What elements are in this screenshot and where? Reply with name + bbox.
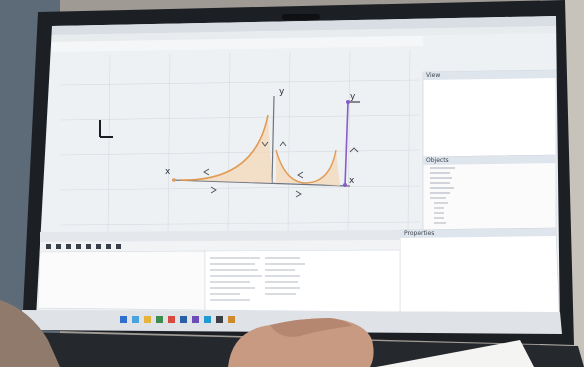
right-mid-panel bbox=[422, 154, 557, 231]
plot-label-y-left: y bbox=[279, 87, 285, 97]
bottom-mid-panel bbox=[204, 249, 401, 313]
plot-label-x-end: x bbox=[165, 167, 171, 177]
webcam-notch bbox=[282, 14, 320, 20]
right-mid-title: Objects bbox=[426, 157, 449, 164]
plot-label-x-right: x bbox=[349, 176, 355, 186]
right-top-title: View bbox=[426, 72, 441, 79]
right-top-panel bbox=[422, 69, 557, 158]
laptop-photo bbox=[0, 0, 584, 367]
point-left bbox=[172, 178, 176, 182]
right-bottom-title: Properties bbox=[404, 230, 435, 237]
plot-label-y-right: y bbox=[350, 92, 356, 102]
point-right bbox=[343, 183, 347, 187]
bottom-tab-bar bbox=[40, 230, 400, 242]
right-panel bbox=[399, 69, 561, 334]
bottom-left-panel bbox=[37, 250, 206, 311]
